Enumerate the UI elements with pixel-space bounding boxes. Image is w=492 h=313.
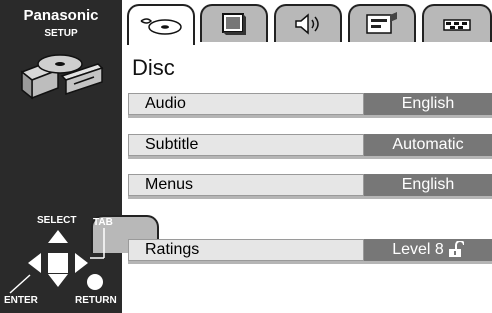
speaker-icon (295, 13, 319, 35)
ratings-row[interactable]: Ratings (128, 239, 364, 261)
remote-legend: SELECT TAB ENTER RETURN (0, 205, 159, 313)
return-label: RETURN (75, 295, 117, 306)
brand: Panasonic SETUP (0, 8, 122, 41)
subtitle-label: Subtitle (145, 136, 199, 153)
enter-label: ENTER (4, 295, 38, 306)
tab-other[interactable] (422, 4, 492, 42)
unlock-icon (448, 241, 464, 258)
ratings-value[interactable]: Level 8 (364, 239, 492, 261)
row-divider (128, 156, 492, 159)
display-icon (366, 12, 397, 34)
subtitle-value[interactable]: Automatic (364, 134, 492, 156)
tab-picture[interactable] (200, 4, 268, 42)
subtitle-row[interactable]: Subtitle (128, 134, 364, 156)
row-divider (128, 261, 492, 264)
tab-disc[interactable] (127, 4, 195, 45)
audio-label: Audio (145, 95, 186, 112)
screen-icon (222, 13, 246, 35)
menus-value[interactable]: English (364, 174, 492, 196)
tab-bar (127, 4, 492, 45)
tab-display[interactable] (348, 4, 416, 42)
sidebar: Panasonic SETUP SELECT TAB ENTER RETURN (0, 0, 159, 313)
menus-label: Menus (145, 176, 194, 193)
disc-player-icon (20, 54, 104, 100)
other-icon (443, 19, 471, 31)
ratings-label: Ratings (145, 241, 200, 258)
row-divider (128, 196, 492, 199)
row-divider (128, 115, 492, 118)
tab-audio[interactable] (274, 4, 342, 42)
menus-row[interactable]: Menus (128, 174, 364, 196)
setup-label: SETUP (44, 28, 78, 39)
ratings-value-text: Level 8 (392, 241, 444, 258)
page-title: Disc (132, 55, 175, 80)
audio-value[interactable]: English (364, 93, 492, 115)
disc-icon (140, 17, 182, 35)
brand-logo: Panasonic (23, 7, 99, 24)
audio-row[interactable]: Audio (128, 93, 364, 115)
